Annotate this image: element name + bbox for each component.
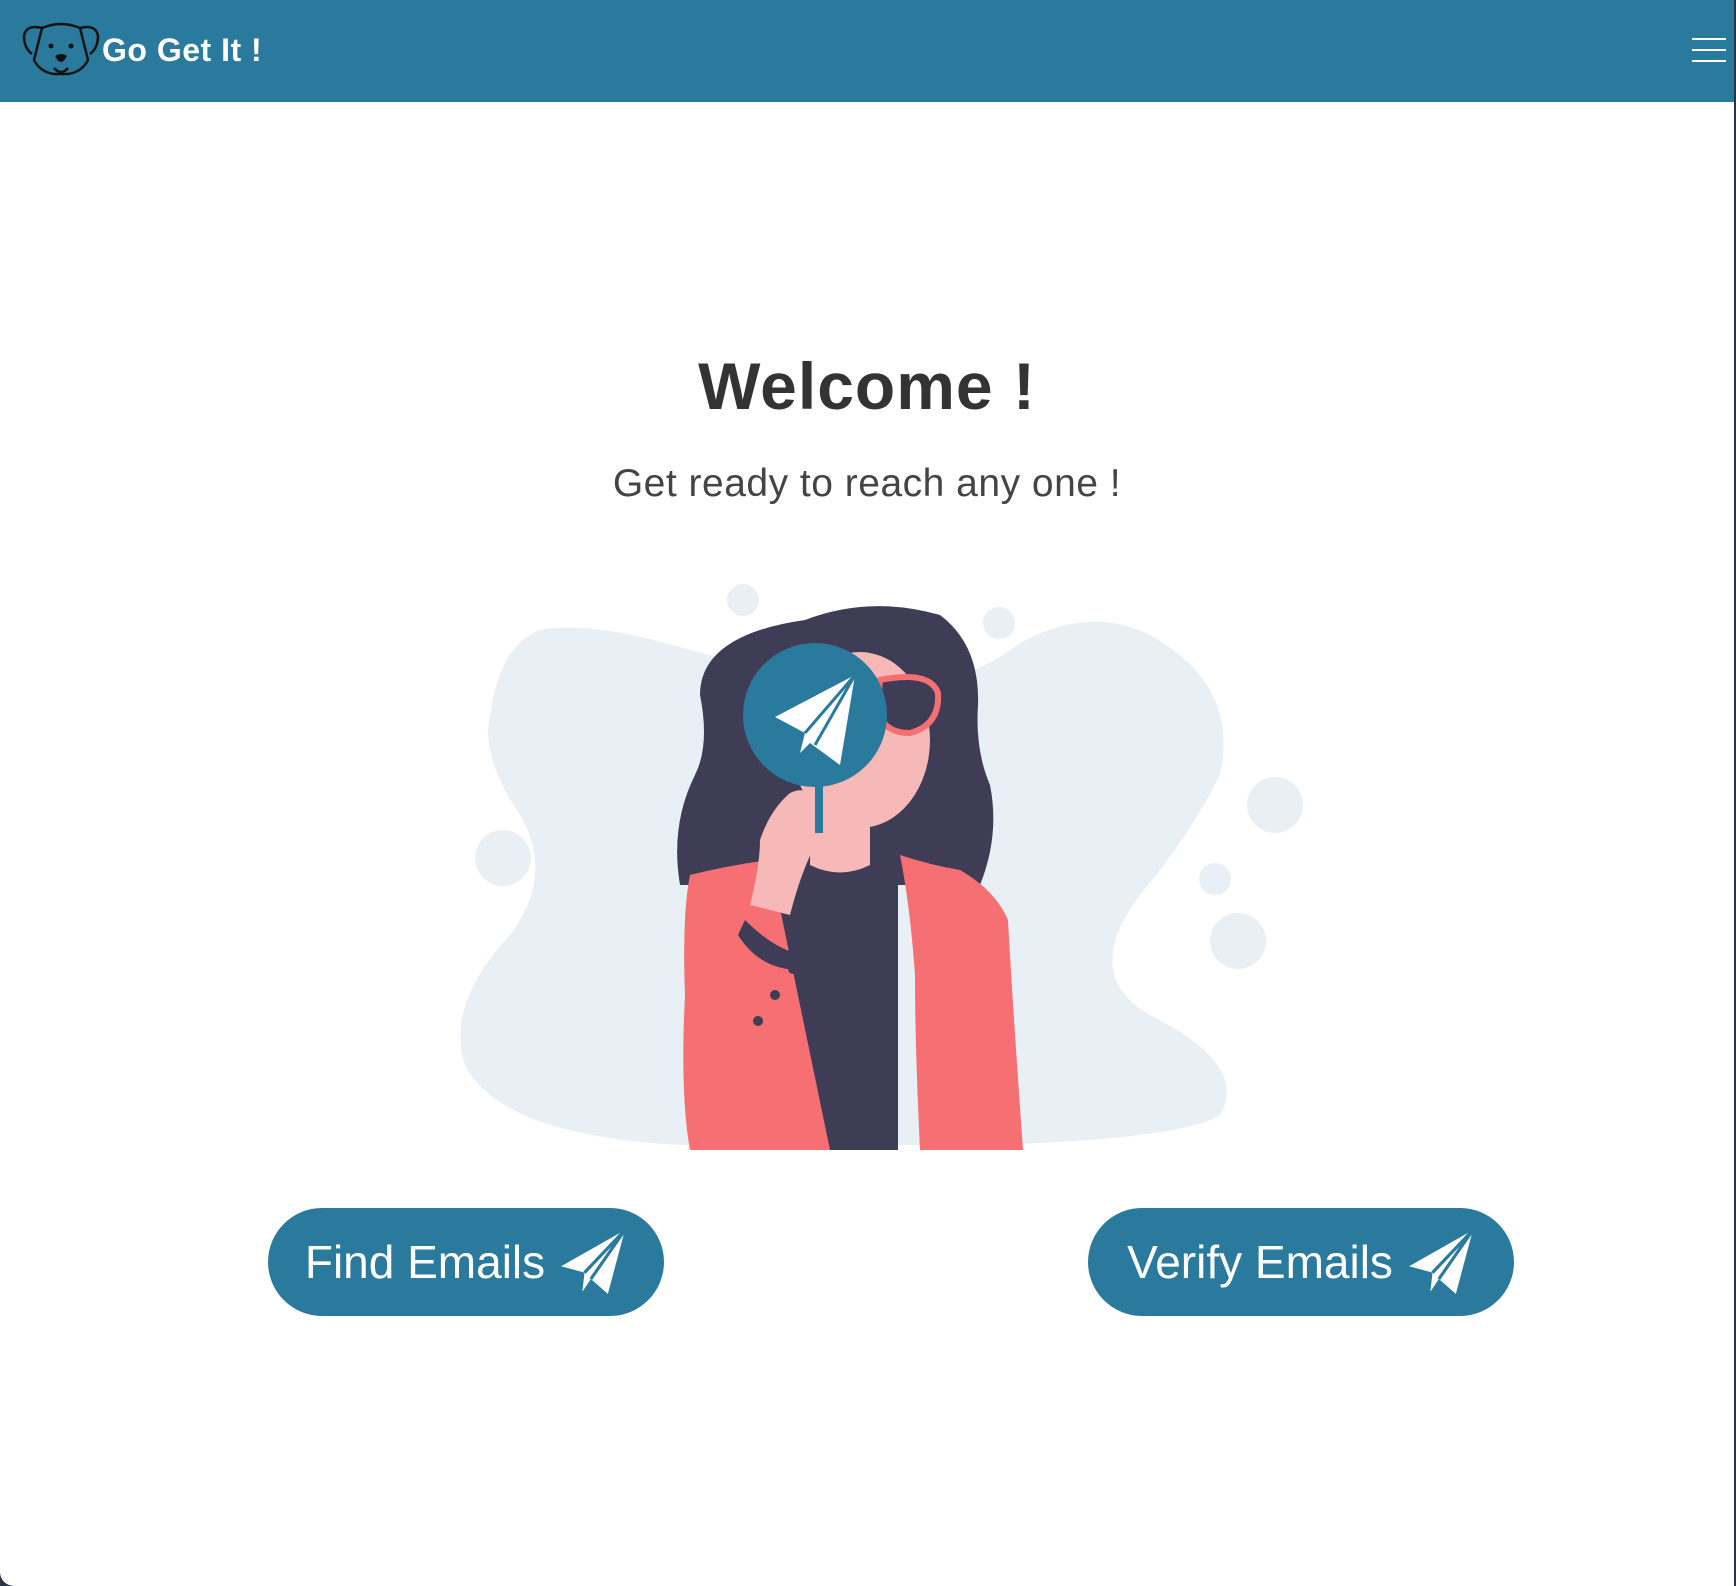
- hero-illustration: [460, 584, 1303, 1150]
- welcome-title: Welcome !: [698, 349, 1036, 423]
- dog-face-icon: [22, 22, 100, 76]
- verify-emails-label: Verify Emails: [1127, 1236, 1393, 1288]
- hamburger-menu-icon[interactable]: [1692, 36, 1726, 64]
- verify-emails-button[interactable]: Verify Emails: [1088, 1208, 1514, 1316]
- find-emails-button[interactable]: Find Emails: [268, 1208, 664, 1316]
- paper-plane-icon: [561, 1229, 627, 1294]
- welcome-subtitle: Get ready to reach any one !: [612, 462, 1122, 505]
- page: Go Get It ! Welcome ! Get ready to reach…: [0, 0, 1734, 1586]
- navbar: Go Get It !: [0, 0, 1734, 102]
- brand-name: Go Get It !: [102, 31, 263, 68]
- paper-plane-icon: [1409, 1229, 1475, 1294]
- brand[interactable]: Go Get It !: [22, 20, 262, 80]
- find-emails-label: Find Emails: [304, 1236, 546, 1288]
